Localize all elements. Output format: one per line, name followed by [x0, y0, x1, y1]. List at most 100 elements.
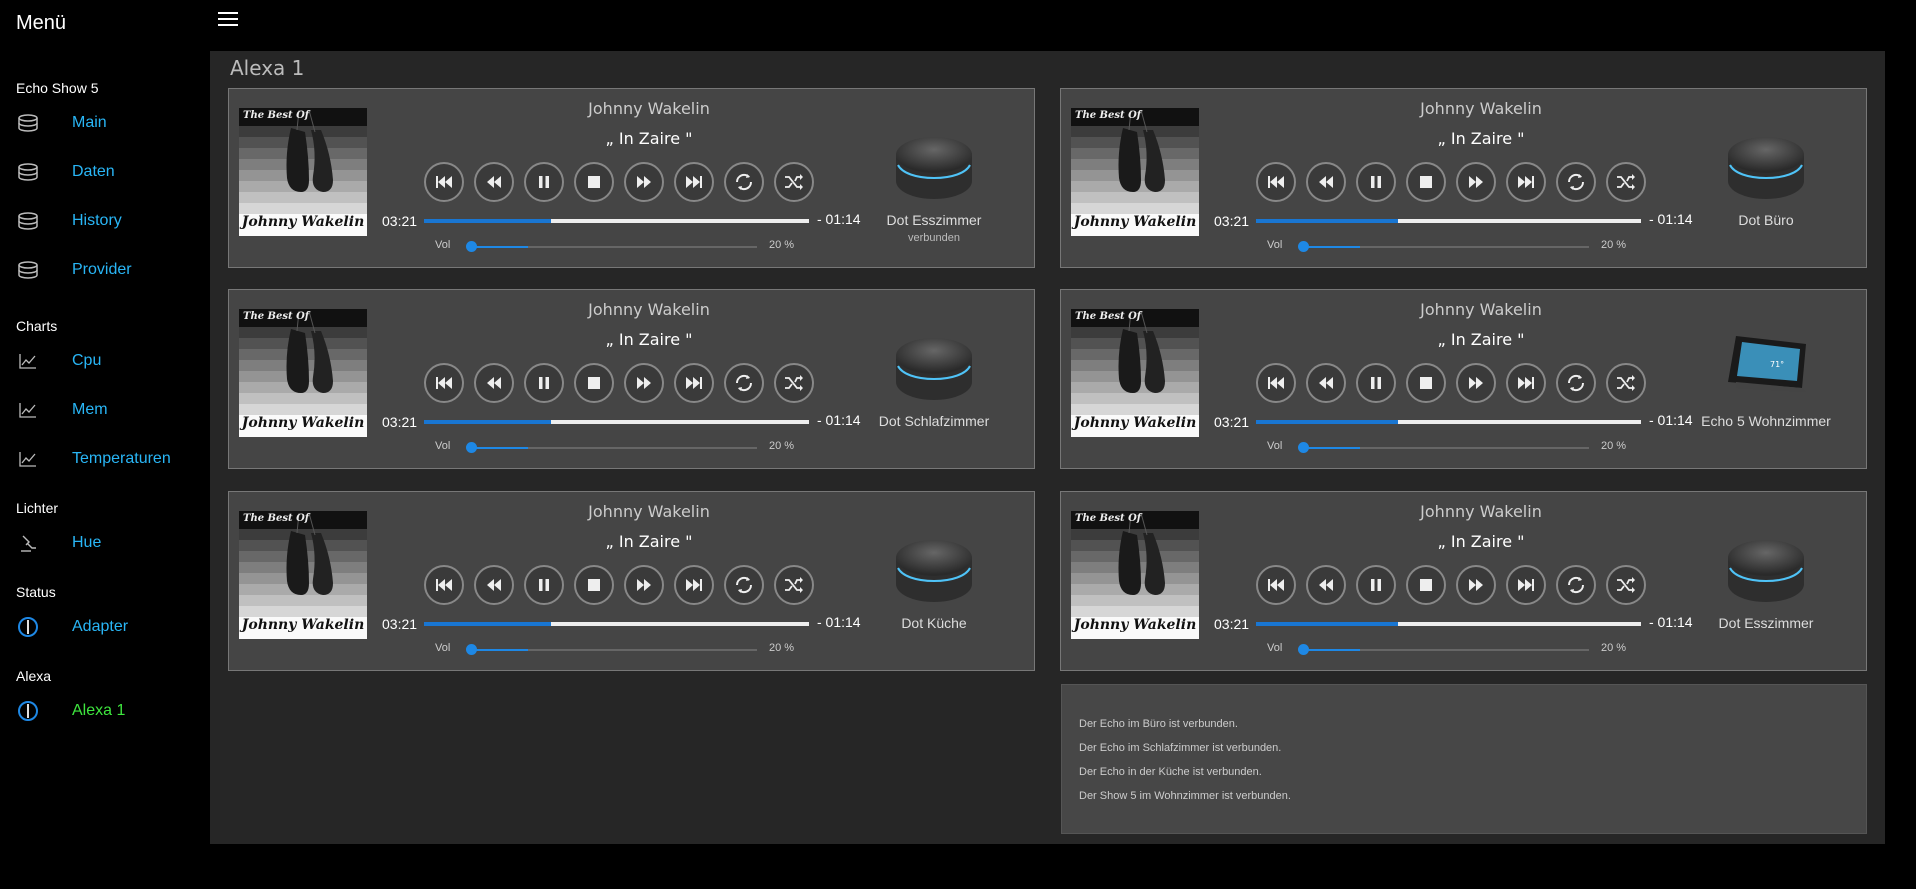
volume-slider[interactable] — [1298, 241, 1589, 252]
time-elapsed: 03:21 — [382, 414, 418, 430]
fast-forward-icon — [635, 174, 653, 190]
album-cover-image: The Best Of Johnny Wakelin — [239, 511, 367, 639]
fast-forward-button[interactable] — [624, 363, 664, 403]
skip-previous-button[interactable] — [1256, 162, 1296, 202]
skip-previous-button[interactable] — [1256, 363, 1296, 403]
rewind-button[interactable] — [474, 162, 514, 202]
repeat-button[interactable] — [1556, 565, 1596, 605]
skip-next-button[interactable] — [674, 363, 714, 403]
shuffle-button[interactable] — [1606, 565, 1646, 605]
volume-slider[interactable] — [466, 442, 757, 453]
fast-forward-button[interactable] — [624, 162, 664, 202]
skip-next-button[interactable] — [1506, 565, 1546, 605]
pause-button[interactable] — [524, 162, 564, 202]
album-cover-artist: Johnny Wakelin — [241, 214, 365, 230]
sidebar-item-mem[interactable]: Mem — [0, 394, 205, 426]
pause-button[interactable] — [1356, 162, 1396, 202]
sidebar-item-history[interactable]: History — [0, 205, 205, 237]
pause-button[interactable] — [524, 565, 564, 605]
fast-forward-button[interactable] — [1456, 363, 1496, 403]
volume-label: Vol — [1267, 642, 1283, 654]
sidebar-item-label: Main — [72, 114, 107, 131]
volume-slider-handle[interactable] — [466, 644, 477, 655]
shuffle-icon — [1615, 575, 1637, 595]
shuffle-button[interactable] — [1606, 162, 1646, 202]
pause-button[interactable] — [1356, 363, 1396, 403]
stop-button[interactable] — [1406, 363, 1446, 403]
volume-slider[interactable] — [1298, 644, 1589, 655]
stop-button[interactable] — [1406, 162, 1446, 202]
sidebar-item-temperaturen[interactable]: Temperaturen — [0, 443, 205, 475]
volume-slider[interactable] — [1298, 442, 1589, 453]
stop-button[interactable] — [574, 565, 614, 605]
volume-slider-handle[interactable] — [1298, 442, 1309, 453]
skip-previous-button[interactable] — [424, 363, 464, 403]
progress-bar[interactable] — [1256, 219, 1641, 223]
repeat-button[interactable] — [724, 565, 764, 605]
stop-button[interactable] — [574, 162, 614, 202]
progress-fill — [424, 420, 552, 424]
volume-slider-handle[interactable] — [466, 442, 477, 453]
progress-bar[interactable] — [1256, 420, 1641, 424]
album-cover-artist: Johnny Wakelin — [1073, 214, 1197, 230]
repeat-button[interactable] — [724, 162, 764, 202]
skip-next-button[interactable] — [674, 162, 714, 202]
fast-forward-icon — [635, 375, 653, 391]
hamburger-menu-icon[interactable] — [218, 12, 238, 28]
sidebar-item-main[interactable]: Main — [0, 107, 205, 139]
fast-forward-button[interactable] — [1456, 565, 1496, 605]
volume-slider-handle[interactable] — [466, 241, 477, 252]
progress-fill — [424, 622, 552, 626]
volume-slider[interactable] — [466, 644, 757, 655]
volume-fill — [471, 649, 529, 651]
pause-button[interactable] — [524, 363, 564, 403]
progress-bar[interactable] — [1256, 622, 1641, 626]
volume-slider-handle[interactable] — [1298, 241, 1309, 252]
sidebar-item-provider[interactable]: Provider — [0, 254, 205, 286]
song-title: „ In Zaire " — [605, 330, 693, 349]
stop-button[interactable] — [1406, 565, 1446, 605]
skip-next-button[interactable] — [1506, 162, 1546, 202]
device-name: Echo 5 Wohnzimmer — [1701, 413, 1831, 429]
skip-next-button[interactable] — [674, 565, 714, 605]
echo-dot-device-image — [1726, 131, 1806, 201]
sidebar-item-adapter[interactable]: Adapter — [0, 611, 205, 643]
repeat-button[interactable] — [724, 363, 764, 403]
progress-bar[interactable] — [424, 219, 809, 223]
skip-next-button[interactable] — [1506, 363, 1546, 403]
fast-forward-button[interactable] — [1456, 162, 1496, 202]
page-title: Alexa 1 — [230, 56, 305, 80]
sidebar-item-alexa-1[interactable]: Alexa 1 — [0, 695, 205, 727]
shuffle-button[interactable] — [774, 162, 814, 202]
stop-button[interactable] — [574, 363, 614, 403]
rewind-button[interactable] — [474, 565, 514, 605]
shuffle-button[interactable] — [774, 363, 814, 403]
volume-slider[interactable] — [466, 241, 757, 252]
shuffle-button[interactable] — [774, 565, 814, 605]
rewind-icon — [1317, 375, 1335, 391]
rewind-button[interactable] — [1306, 363, 1346, 403]
skip-previous-button[interactable] — [424, 565, 464, 605]
progress-bar[interactable] — [424, 420, 809, 424]
pause-button[interactable] — [1356, 565, 1396, 605]
rewind-button[interactable] — [1306, 565, 1346, 605]
sidebar-item-cpu[interactable]: Cpu — [0, 345, 205, 377]
shuffle-icon — [783, 373, 805, 393]
repeat-button[interactable] — [1556, 162, 1596, 202]
repeat-icon — [1565, 574, 1587, 596]
rewind-button[interactable] — [474, 363, 514, 403]
skip-previous-button[interactable] — [424, 162, 464, 202]
skip-previous-button[interactable] — [1256, 565, 1296, 605]
fast-forward-button[interactable] — [624, 565, 664, 605]
playback-controls — [1256, 162, 1646, 202]
sidebar-section-label: Status — [16, 584, 56, 600]
sidebar-item-daten[interactable]: Daten — [0, 156, 205, 188]
sidebar: Menü Echo Show 5 Main Daten History Provider… — [0, 0, 205, 889]
progress-bar[interactable] — [424, 622, 809, 626]
volume-slider-handle[interactable] — [1298, 644, 1309, 655]
repeat-button[interactable] — [1556, 363, 1596, 403]
sidebar-item-hue[interactable]: Hue — [0, 527, 205, 559]
song-title: „ In Zaire " — [605, 532, 693, 551]
shuffle-button[interactable] — [1606, 363, 1646, 403]
rewind-button[interactable] — [1306, 162, 1346, 202]
